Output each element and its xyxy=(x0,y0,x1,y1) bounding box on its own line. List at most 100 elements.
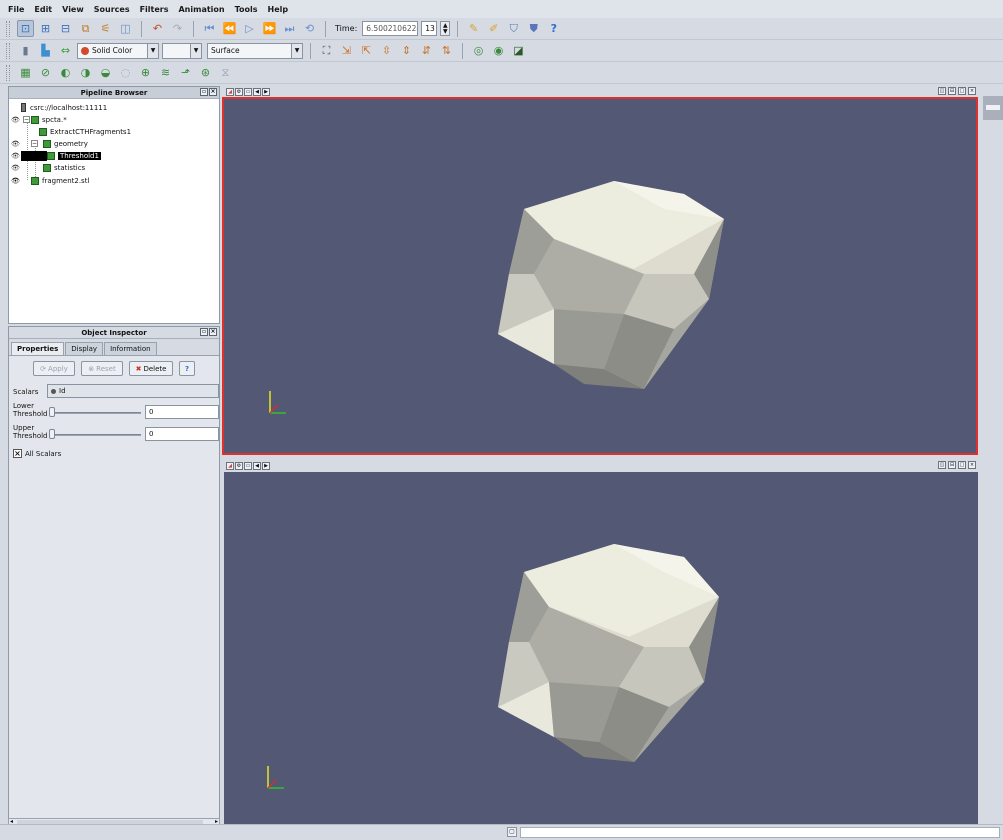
visibility-eye-icon[interactable]: 👁 xyxy=(11,177,20,185)
tree-item-threshold[interactable]: 👁 Threshold1 xyxy=(11,150,101,161)
visibility-eye-icon[interactable]: 👁 xyxy=(11,140,20,148)
camera-link-icon[interactable]: ✐ xyxy=(485,20,502,37)
menu-tools[interactable]: Tools xyxy=(235,5,258,14)
camera-icon[interactable]: ◢ xyxy=(226,461,234,470)
view-plus-y-icon[interactable]: ⇳ xyxy=(378,42,395,59)
maximize-view-icon[interactable]: □ xyxy=(958,461,966,469)
select-points-icon[interactable]: ⊞ xyxy=(37,20,54,37)
tab-properties[interactable]: Properties xyxy=(11,342,65,355)
last-frame-icon[interactable]: ⏭ xyxy=(281,20,298,37)
lower-threshold-input[interactable]: 0 xyxy=(145,405,219,419)
warp-icon[interactable]: ⬏ xyxy=(177,64,194,81)
lookmark-icon[interactable]: ✎ xyxy=(465,20,482,37)
toolbar-grip[interactable] xyxy=(6,42,10,59)
help-button[interactable]: ? xyxy=(179,361,195,376)
reset-button[interactable]: ⊗ Reset xyxy=(81,361,123,376)
loop-icon[interactable]: ⟲ xyxy=(301,20,318,37)
redo-icon[interactable]: ↷ xyxy=(169,20,186,37)
stream-tracer-icon[interactable]: ≋ xyxy=(157,64,174,81)
view-plus-x-icon[interactable]: ⇲ xyxy=(338,42,355,59)
close-panel-icon[interactable]: × xyxy=(209,328,217,336)
view-plus-z-icon[interactable]: ⇵ xyxy=(418,42,435,59)
tree-item-source[interactable]: 👁 − spcta.* xyxy=(11,114,67,125)
collapse-icon[interactable]: − xyxy=(23,116,30,123)
menu-edit[interactable]: Edit xyxy=(34,5,52,14)
menu-help[interactable]: Help xyxy=(268,5,289,14)
previous-frame-icon[interactable]: ⏪ xyxy=(221,20,238,37)
collapse-icon[interactable]: − xyxy=(31,140,38,147)
pick-center-icon[interactable]: ◪ xyxy=(510,42,527,59)
frame-input[interactable]: 13 xyxy=(421,21,438,36)
upper-threshold-input[interactable]: 0 xyxy=(145,427,219,441)
float-panel-icon[interactable]: ▫ xyxy=(200,88,208,96)
visibility-eye-icon[interactable]: 👁 xyxy=(11,116,20,124)
contour-icon[interactable]: ⊘ xyxy=(37,64,54,81)
tree-item-statistics[interactable]: 👁 statistics xyxy=(11,162,85,173)
extract-subset-icon[interactable]: ◌ xyxy=(117,64,134,81)
representation-combo[interactable]: Surface ▼ xyxy=(207,42,303,59)
center-axes-icon[interactable]: ◎ xyxy=(470,42,487,59)
menu-file[interactable]: File xyxy=(8,5,24,14)
maximize-view-icon[interactable]: □ xyxy=(958,87,966,95)
toggle-color-legend-icon[interactable]: ▮ xyxy=(17,42,34,59)
glyph-icon[interactable]: ⊕ xyxy=(137,64,154,81)
settings-icon[interactable]: ⚙ xyxy=(235,87,243,96)
first-frame-icon[interactable]: ⏮ xyxy=(201,20,218,37)
close-view-icon[interactable]: × xyxy=(968,461,976,469)
redo-camera-icon[interactable]: ▶ xyxy=(262,87,270,96)
rescale-range-icon[interactable]: ⇔ xyxy=(57,42,74,59)
extract-level-icon[interactable]: ⧖ xyxy=(217,64,234,81)
apply-button[interactable]: ⟳ Apply xyxy=(33,361,75,376)
scalars-combo[interactable]: Id xyxy=(47,384,219,398)
capture-icon[interactable]: ▭ xyxy=(244,87,252,96)
select-frustum-icon[interactable]: ⊟ xyxy=(57,20,74,37)
toolbar-grip[interactable] xyxy=(6,20,10,37)
color-by-combo[interactable]: Solid Color ▼ xyxy=(77,42,159,59)
tree-item-fragment[interactable]: 👁 fragment2.stl xyxy=(11,175,89,186)
edit-color-map-icon[interactable]: ▙ xyxy=(37,42,54,59)
toolbar-grip[interactable] xyxy=(6,64,10,81)
frame-spinner[interactable]: ▲ ▼ xyxy=(440,21,451,36)
capture-icon[interactable]: ▭ xyxy=(244,461,252,470)
tree-item-extract[interactable]: ExtractCTHFragments1 xyxy=(39,126,131,137)
slice-icon[interactable]: ◑ xyxy=(77,64,94,81)
visibility-eye-icon[interactable]: 👁 xyxy=(11,164,20,172)
render-view-bottom[interactable] xyxy=(224,472,978,826)
next-frame-icon[interactable]: ⏩ xyxy=(261,20,278,37)
select-block-icon[interactable]: ⧉ xyxy=(77,20,94,37)
menu-filters[interactable]: Filters xyxy=(140,5,169,14)
tree-item-geometry[interactable]: 👁 − geometry xyxy=(11,138,88,149)
clear-selection-icon[interactable]: ◫ xyxy=(117,20,134,37)
upper-threshold-slider-handle[interactable] xyxy=(49,429,55,439)
camera-icon[interactable]: ◢ xyxy=(226,87,234,96)
view-minus-y-icon[interactable]: ⇕ xyxy=(398,42,415,59)
delete-button[interactable]: ✖ Delete xyxy=(129,361,173,376)
render-view-top[interactable] xyxy=(222,97,978,455)
python-shell-icon[interactable]: ⛉ xyxy=(505,20,522,37)
undo-icon[interactable]: ↶ xyxy=(149,20,166,37)
close-panel-icon[interactable]: × xyxy=(209,88,217,96)
tab-information[interactable]: Information xyxy=(104,342,157,355)
lower-threshold-slider-track[interactable] xyxy=(51,412,141,414)
help-icon[interactable]: ? xyxy=(545,20,562,37)
menu-sources[interactable]: Sources xyxy=(94,5,130,14)
play-icon[interactable]: ▷ xyxy=(241,20,258,37)
view-minus-x-icon[interactable]: ⇱ xyxy=(358,42,375,59)
clip-icon[interactable]: ◐ xyxy=(57,64,74,81)
interactive-select-icon[interactable]: ⚟ xyxy=(97,20,114,37)
split-vertical-icon[interactable]: ⊟ xyxy=(948,461,956,469)
upper-threshold-slider-track[interactable] xyxy=(51,434,141,436)
settings-icon[interactable]: ⚙ xyxy=(235,461,243,470)
select-cells-icon[interactable]: ⊡ xyxy=(17,20,34,37)
right-dock-tab[interactable] xyxy=(983,96,1003,120)
visibility-eye-icon[interactable]: 👁 xyxy=(11,152,20,160)
progress-abort-icon[interactable]: ▢ xyxy=(507,827,517,837)
show-center-icon[interactable]: ◉ xyxy=(490,42,507,59)
calculator-icon[interactable]: ▦ xyxy=(17,64,34,81)
dock-handle[interactable] xyxy=(986,105,1000,110)
group-datasets-icon[interactable]: ⊛ xyxy=(197,64,214,81)
component-combo[interactable]: ▼ xyxy=(162,42,202,59)
all-scalars-checkbox[interactable]: × xyxy=(13,449,22,458)
split-horizontal-icon[interactable]: ◫ xyxy=(938,461,946,469)
view-minus-z-icon[interactable]: ⇅ xyxy=(438,42,455,59)
